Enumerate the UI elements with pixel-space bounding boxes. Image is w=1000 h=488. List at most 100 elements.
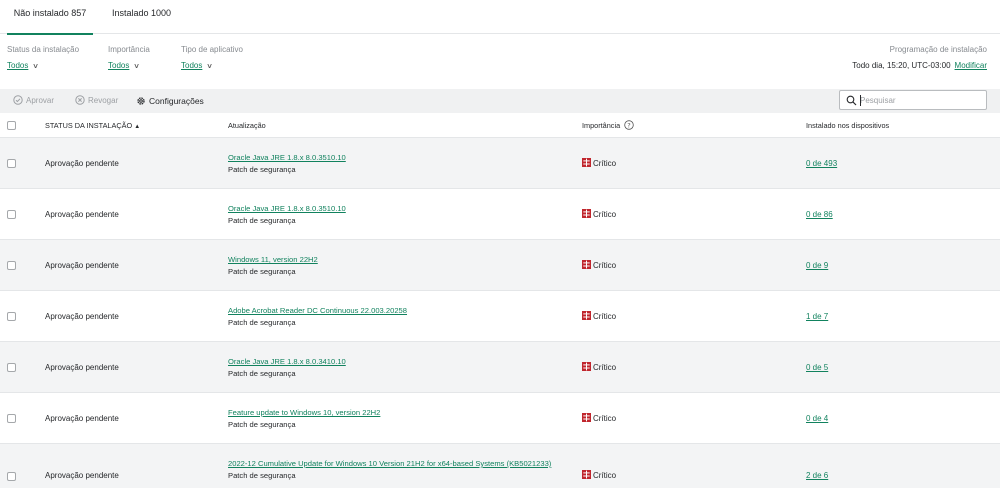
table-row[interactable]: Aprovação pendente Oracle Java JRE 1.8.x…	[0, 342, 1000, 393]
filter-install-status-value: Todos	[7, 61, 29, 70]
gear-icon	[137, 97, 145, 105]
sort-asc-icon: ▲	[134, 124, 141, 130]
row-importance: Crítico	[582, 393, 616, 444]
update-link[interactable]: Oracle Java JRE 1.8.x 8.0.3510.10	[228, 203, 568, 214]
question-circle-icon[interactable]: ?	[624, 120, 634, 130]
revoke-button[interactable]: Revogar	[75, 89, 118, 113]
importance-label: Crítico	[593, 312, 617, 321]
table-body: Aprovação pendente Oracle Java JRE 1.8.x…	[0, 138, 1000, 488]
revoke-label: Revogar	[88, 96, 119, 105]
update-link[interactable]: Windows 11, version 22H2	[228, 254, 568, 265]
row-status: Aprovação pendente	[45, 363, 119, 372]
search-icon	[846, 95, 857, 106]
column-header-importance[interactable]: Importância?	[582, 113, 634, 138]
table-header: Status da instalação ▲ Atualização Import…	[0, 113, 1000, 138]
row-installed: 0 de 5	[806, 342, 828, 393]
critical-severity-icon	[582, 469, 591, 479]
column-header-importance-label: Importância	[582, 121, 621, 130]
row-importance: Crítico	[582, 342, 616, 393]
table-row[interactable]: Aprovação pendente 2022-12 Cumulative Up…	[0, 444, 1000, 488]
row-status: Aprovação pendente	[45, 159, 119, 168]
column-header-status-label: Status da instalação	[45, 121, 133, 130]
update-type: Patch de segurança	[228, 267, 296, 276]
update-type: Patch de segurança	[228, 420, 296, 429]
modify-schedule-link[interactable]: Modificar	[955, 61, 987, 70]
row-checkbox[interactable]	[7, 472, 16, 481]
action-toolbar: Aprovar Revogar Configurações	[0, 89, 1000, 113]
update-link[interactable]: Oracle Java JRE 1.8.x 8.0.3510.10	[228, 152, 568, 163]
check-circle-icon	[13, 95, 23, 105]
row-checkbox[interactable]	[7, 210, 16, 219]
row-installed: 2 de 6	[806, 444, 828, 488]
row-checkbox[interactable]	[7, 261, 16, 270]
importance-label: Crítico	[593, 159, 617, 168]
row-checkbox[interactable]	[7, 159, 16, 168]
settings-label: Configurações	[149, 96, 204, 106]
approve-button[interactable]: Aprovar	[13, 89, 54, 113]
row-importance: Crítico	[582, 138, 616, 189]
table-row[interactable]: Aprovação pendente Windows 11, version 2…	[0, 240, 1000, 291]
row-importance: Crítico	[582, 240, 616, 291]
chevron-down-icon: ∨	[32, 63, 40, 70]
row-installed: 0 de 9	[806, 240, 828, 291]
installed-devices-link[interactable]: 0 de 5	[806, 363, 828, 372]
column-header-update[interactable]: Atualização	[228, 113, 266, 138]
update-type: Patch de segurança	[228, 216, 296, 225]
row-update: 2022-12 Cumulative Update for Windows 10…	[228, 458, 568, 481]
row-update: Oracle Java JRE 1.8.x 8.0.3510.10 Patch d…	[228, 152, 568, 175]
installed-devices-link[interactable]: 2 de 6	[806, 471, 828, 480]
installed-devices-link[interactable]: 0 de 9	[806, 261, 828, 270]
importance-label: Crítico	[593, 210, 617, 219]
text-caret	[860, 95, 861, 106]
table-row[interactable]: Aprovação pendente Oracle Java JRE 1.8.x…	[0, 138, 1000, 189]
select-all-checkbox[interactable]	[7, 121, 16, 130]
installed-devices-link[interactable]: 0 de 493	[806, 159, 837, 168]
row-importance: Crítico	[582, 189, 616, 240]
filter-app-type-select[interactable]: Todos ∨	[181, 61, 214, 70]
approve-label: Aprovar	[26, 96, 55, 105]
search-box	[839, 90, 987, 110]
row-checkbox[interactable]	[7, 312, 16, 321]
row-checkbox[interactable]	[7, 363, 16, 372]
update-type: Patch de segurança	[228, 369, 296, 378]
update-link[interactable]: Feature update to Windows 10, version 22…	[228, 407, 568, 418]
filter-app-type-value: Todos	[181, 61, 203, 70]
settings-button[interactable]: Configurações	[136, 89, 204, 113]
row-update: Feature update to Windows 10, version 22…	[228, 407, 568, 430]
filter-importance-select[interactable]: Todos ∨	[108, 61, 140, 70]
filter-importance-value: Todos	[108, 61, 130, 70]
update-link[interactable]: Adobe Acrobat Reader DC Continuous 22.00…	[228, 305, 568, 316]
critical-severity-icon	[582, 310, 591, 320]
installed-devices-link[interactable]: 0 de 4	[806, 414, 828, 423]
install-schedule: Programação de instalação Todo dia, 15:2…	[852, 45, 987, 70]
tab-not-installed[interactable]: Não instalado 857	[7, 0, 93, 35]
importance-label: Crítico	[593, 363, 617, 372]
critical-severity-icon	[582, 361, 591, 371]
update-link[interactable]: 2022-12 Cumulative Update for Windows 10…	[228, 458, 568, 469]
row-update: Oracle Java JRE 1.8.x 8.0.3510.10 Patch d…	[228, 203, 568, 226]
row-status: Aprovação pendente	[45, 210, 119, 219]
filter-install-status-select[interactable]: Todos ∨	[7, 61, 40, 70]
table-row[interactable]: Aprovação pendente Feature update to Win…	[0, 393, 1000, 444]
svg-text:?: ?	[627, 121, 630, 129]
update-link[interactable]: Oracle Java JRE 1.8.x 8.0.3410.10	[228, 356, 568, 367]
table-row[interactable]: Aprovação pendente Oracle Java JRE 1.8.x…	[0, 189, 1000, 240]
search-input[interactable]	[860, 93, 980, 108]
critical-severity-icon	[582, 259, 591, 269]
row-installed: 0 de 86	[806, 189, 833, 240]
column-header-installed[interactable]: Instalado nos dispositivos	[806, 113, 889, 138]
table-row[interactable]: Aprovação pendente Adobe Acrobat Reader …	[0, 291, 1000, 342]
installed-devices-link[interactable]: 1 de 7	[806, 312, 828, 321]
column-header-status[interactable]: Status da instalação ▲	[45, 113, 140, 138]
row-status: Aprovação pendente	[45, 414, 119, 423]
row-installed: 0 de 493	[806, 138, 837, 189]
row-checkbox[interactable]	[7, 414, 16, 423]
tab-installed[interactable]: Instalado 1000	[112, 0, 171, 34]
x-circle-icon	[75, 95, 85, 105]
install-schedule-row: Todo dia, 15:20, UTC-03:00 Modificar	[852, 61, 987, 70]
update-type: Patch de segurança	[228, 165, 296, 174]
critical-severity-icon	[582, 412, 591, 422]
filter-importance: Importância Todos ∨	[108, 45, 150, 70]
chevron-down-icon: ∨	[206, 63, 214, 70]
installed-devices-link[interactable]: 0 de 86	[806, 210, 833, 219]
